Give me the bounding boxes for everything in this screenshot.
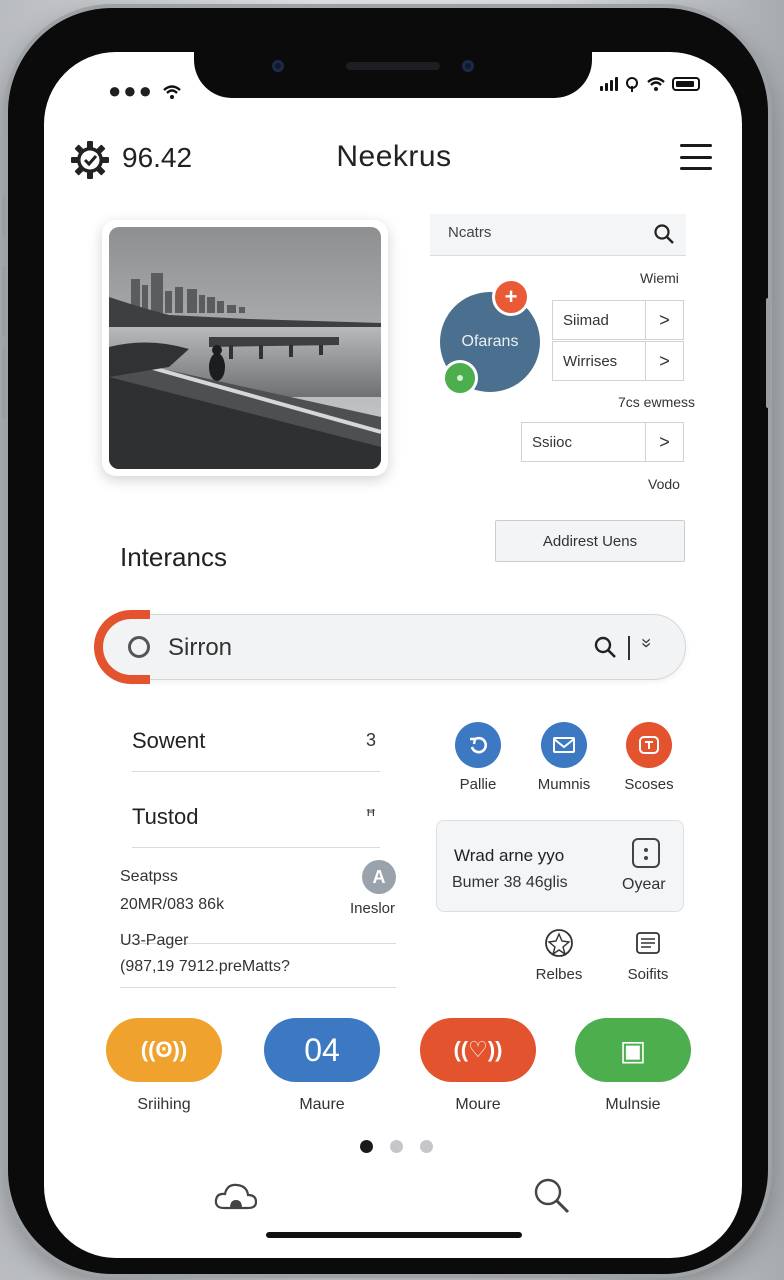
home-cloud-icon[interactable] bbox=[212, 1176, 260, 1216]
earpiece-speaker bbox=[346, 62, 440, 70]
document-icon[interactable] bbox=[633, 928, 663, 958]
wifi-icon bbox=[647, 77, 665, 91]
chevron-right-icon: > bbox=[645, 423, 683, 461]
location-icon: ((ʘ)) bbox=[140, 1037, 188, 1062]
hotspot-icon bbox=[626, 77, 638, 92]
stat-block-2: U3-Pager (987,19 7912.preMatts? bbox=[120, 930, 396, 988]
tag-icon[interactable] bbox=[626, 722, 672, 768]
panel-label-top: Wiemi bbox=[640, 270, 679, 286]
chevrons-down-icon[interactable]: » bbox=[637, 638, 657, 648]
volume-up-button bbox=[2, 266, 6, 336]
search-divider bbox=[628, 636, 630, 660]
chevron-right-icon: > bbox=[645, 342, 683, 380]
volume-down-button bbox=[2, 348, 6, 418]
status-icons bbox=[600, 76, 700, 92]
list-item-count: 3 bbox=[365, 730, 376, 750]
avatar[interactable]: A bbox=[362, 860, 396, 894]
mini-search-placeholder: Ncatrs bbox=[448, 224, 492, 241]
page-dot[interactable] bbox=[420, 1140, 433, 1153]
battery-icon bbox=[672, 77, 700, 91]
location-pill-button[interactable]: ((ʘ)) bbox=[106, 1018, 222, 1082]
page-title: Neekrus bbox=[336, 140, 452, 173]
action-label: Scoses bbox=[624, 776, 674, 793]
pill-count: 04 bbox=[304, 1031, 340, 1068]
circle-widget-label: Ofarans bbox=[461, 333, 519, 350]
mail-icon[interactable] bbox=[541, 722, 587, 768]
hamburger-menu-icon[interactable] bbox=[680, 144, 712, 170]
row-wirrises[interactable]: Wirrises > bbox=[552, 341, 684, 381]
page-dot-active[interactable] bbox=[360, 1140, 373, 1153]
badge-icon[interactable] bbox=[544, 928, 574, 958]
signal-heart-icon: ((♡)) bbox=[453, 1037, 503, 1062]
panel-label-mid: 7cs ewmess bbox=[618, 394, 696, 410]
status-dot-icon bbox=[442, 360, 478, 396]
list-item-label: Sowent bbox=[132, 728, 206, 753]
pill-label: Maure bbox=[299, 1096, 345, 1113]
mute-switch bbox=[2, 196, 6, 236]
status-dots: ●●● bbox=[108, 78, 182, 104]
search-icon[interactable] bbox=[652, 222, 676, 246]
add-plus-icon[interactable]: + bbox=[492, 278, 530, 316]
stat-line: (987,19 7912.preMatts? bbox=[120, 958, 290, 975]
power-button bbox=[766, 298, 770, 408]
page-dot[interactable] bbox=[390, 1140, 403, 1153]
count-pill-button[interactable]: 04 bbox=[264, 1018, 380, 1082]
row-ssiioc[interactable]: Ssiioc > bbox=[521, 422, 684, 462]
signal-icon bbox=[600, 77, 618, 91]
radio-circle-icon bbox=[128, 636, 150, 658]
small-icon-label: Soifits bbox=[627, 966, 669, 983]
city-waterfront-photo bbox=[109, 227, 381, 469]
card-icon: ▣ bbox=[619, 1034, 647, 1066]
search-input-value[interactable]: Sirron bbox=[168, 634, 232, 662]
info-card-icon-label: Oyear bbox=[622, 876, 666, 893]
calendar-icon[interactable] bbox=[632, 838, 660, 868]
panel-label-bottom: Vodo bbox=[648, 476, 680, 492]
phone-frame: ●●● 96.42 Neekrus Ncatrs Wiemi Ofarans +… bbox=[2, 8, 770, 1274]
front-camera bbox=[272, 60, 284, 72]
home-indicator[interactable] bbox=[266, 1232, 522, 1238]
small-icon-label: Relbes bbox=[535, 966, 583, 983]
signal-pill-button[interactable]: ((♡)) bbox=[420, 1018, 536, 1082]
plus-glyph: + bbox=[504, 284, 518, 309]
search-icon[interactable] bbox=[528, 1176, 576, 1216]
pill-label: Sriihing bbox=[137, 1096, 191, 1113]
search-icon[interactable] bbox=[592, 634, 618, 660]
refresh-icon[interactable] bbox=[455, 722, 501, 768]
settings-gear-icon[interactable] bbox=[70, 140, 110, 180]
add-items-button[interactable]: Addirest Uens bbox=[495, 520, 685, 562]
stat-line: Seatpss bbox=[120, 868, 178, 885]
stat-line: U3-Pager bbox=[120, 932, 189, 949]
stat-line: 20MR/083 86k bbox=[120, 896, 225, 913]
info-card-title: Wrad arne yyo bbox=[454, 846, 565, 865]
row-label: Wirrises bbox=[563, 352, 618, 370]
pill-label: Mulnsie bbox=[605, 1096, 661, 1113]
list-item-label: Tustod bbox=[132, 804, 199, 829]
avatar-label: Ineslor bbox=[350, 900, 396, 917]
info-card-subtitle: Bumer 38 46glis bbox=[452, 874, 568, 891]
header-time: 96.42 bbox=[122, 142, 193, 173]
section-title: Interancs bbox=[120, 542, 227, 572]
pill-label: Moure bbox=[455, 1096, 501, 1113]
row-label: Ssiioc bbox=[532, 433, 573, 451]
notch bbox=[194, 52, 592, 98]
face-sensor bbox=[462, 60, 474, 72]
row-label: Siimad bbox=[563, 311, 609, 329]
list-item-count: ꟸ bbox=[365, 806, 376, 826]
list-item-tustod[interactable]: Tustod ꟸ bbox=[132, 778, 380, 848]
action-label: Pallie bbox=[459, 776, 497, 793]
screen: ●●● 96.42 Neekrus Ncatrs Wiemi Ofarans +… bbox=[44, 52, 742, 1258]
wifi-icon bbox=[163, 85, 181, 100]
card-pill-button[interactable]: ▣ bbox=[575, 1018, 691, 1082]
row-siimad[interactable]: Siimad > bbox=[552, 300, 684, 340]
photo-card[interactable] bbox=[102, 220, 388, 476]
chevron-right-icon: > bbox=[645, 301, 683, 339]
list-item-sowent[interactable]: Sowent 3 bbox=[132, 702, 380, 772]
